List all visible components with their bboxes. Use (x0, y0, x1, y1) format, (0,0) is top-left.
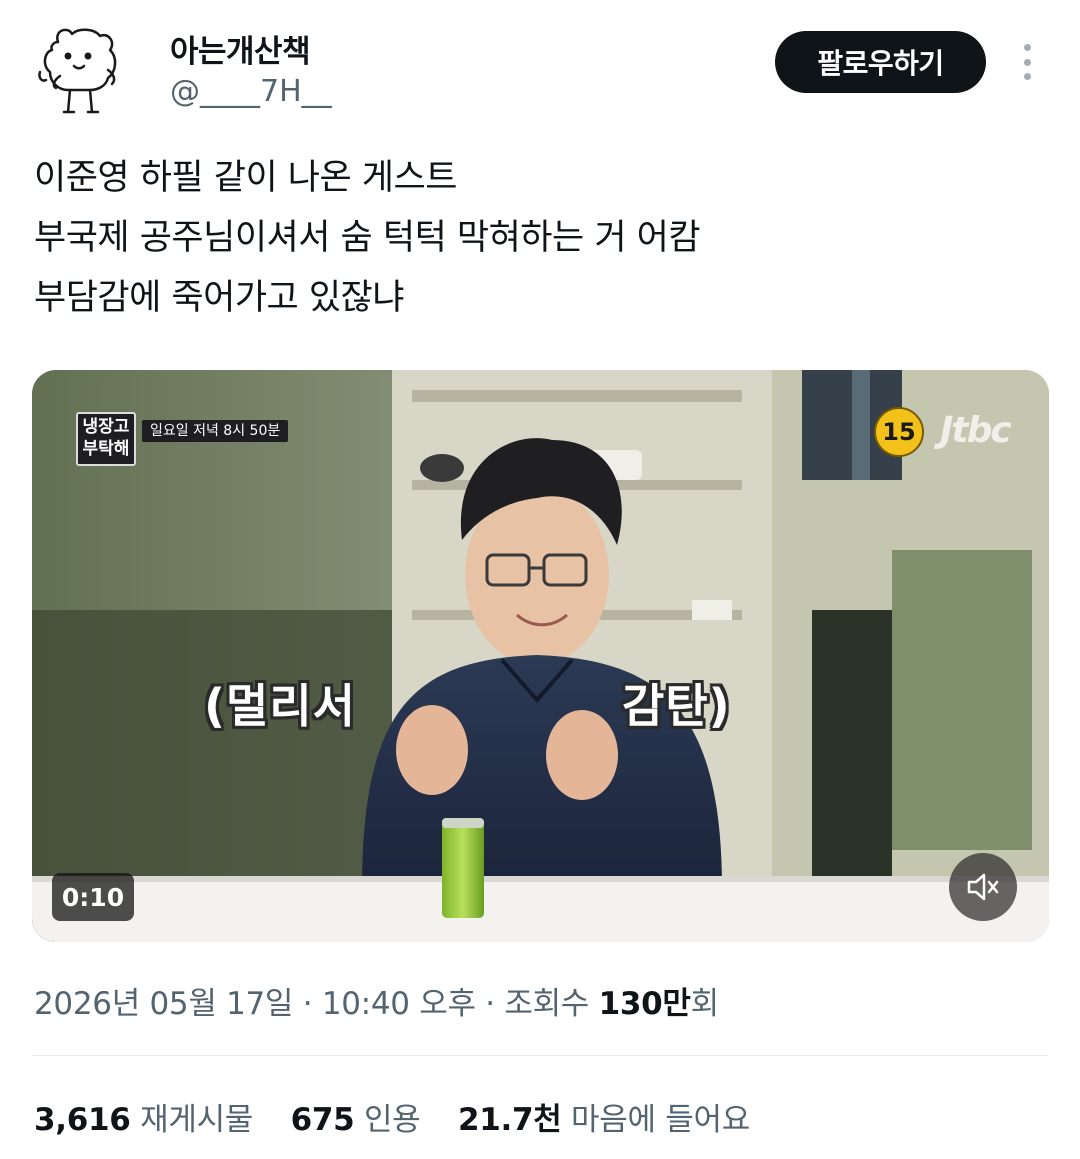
show-logo: 냉장고 부탁해 (76, 412, 136, 466)
user-handle[interactable]: @____7H__ (170, 74, 332, 109)
video-duration: 0:10 (52, 873, 134, 921)
tweet-line: 부담감에 죽어가고 있잖냐 (34, 278, 404, 318)
dot (1023, 73, 1031, 80)
tweet-line: 이준영 하필 같이 나온 게스트 (34, 158, 457, 198)
tweet-line: 부국제 공주님이셔서 숨 턱턱 막혀하는 거 어캄 (34, 218, 701, 258)
video-subtitle: 감탄) (622, 679, 731, 733)
views-label: 조회수 (504, 986, 599, 1022)
divider (32, 1055, 1048, 1056)
separator: · (293, 986, 322, 1022)
tweet-header: 아는개산책 @____7H__ 팔로우하기 (0, 0, 1080, 130)
channel-logo: Jtbc (940, 410, 1012, 451)
engagement-stats: 3,616 재게시물 675 인용 21.7천 마음에 들어요 (34, 1094, 778, 1139)
follow-button[interactable]: 팔로우하기 (775, 31, 986, 93)
likes-count: 21.7천 (457, 1102, 562, 1138)
show-logo-line: 부탁해 (82, 439, 130, 459)
video-subtitle: (멀리서 (204, 679, 356, 733)
speaker-mute-glyph (967, 873, 999, 901)
reposts-count: 3,616 (34, 1102, 131, 1138)
views-suffix: 회 (690, 986, 720, 1022)
more-vertical-icon[interactable] (1008, 40, 1046, 84)
tweet-meta: 2026년 05월 17일 · 10:40 오후 · 조회수 130만회 (34, 978, 719, 1023)
video-player[interactable]: 냉장고 부탁해 일요일 저녁 8시 50분 15 Jtbc (멀리서 감탄) 0… (32, 370, 1049, 942)
tweet-text: 이준영 하필 같이 나온 게스트 부국제 공주님이셔서 숨 턱턱 막혀하는 거 … (34, 148, 1034, 328)
volume-muted-icon[interactable] (949, 853, 1017, 921)
quotes-stat[interactable]: 675 인용 (291, 1094, 421, 1139)
separator: · (475, 986, 505, 1022)
likes-stat[interactable]: 21.7천 마음에 들어요 (458, 1094, 750, 1139)
tweet-date[interactable]: 2026년 05월 17일 (34, 986, 293, 1022)
show-logo-line: 냉장고 (82, 417, 130, 437)
dot (1023, 44, 1031, 51)
avatar[interactable] (34, 20, 126, 120)
tweet-time[interactable]: 10:40 오후 (322, 986, 476, 1022)
broadcast-schedule: 일요일 저녁 8시 50분 (142, 420, 289, 442)
quotes-count: 675 (290, 1102, 355, 1138)
display-name[interactable]: 아는개산책 (170, 26, 311, 71)
cartoon-dog-icon (38, 28, 117, 114)
views-count: 130만 (598, 986, 691, 1022)
reposts-stat[interactable]: 3,616 재게시물 (34, 1094, 253, 1139)
dot (1023, 58, 1031, 66)
reposts-label: 재게시물 (140, 1102, 254, 1138)
likes-label: 마음에 들어요 (571, 1102, 750, 1138)
age-rating-badge: 15 (874, 407, 924, 457)
quotes-label: 인용 (363, 1102, 421, 1138)
